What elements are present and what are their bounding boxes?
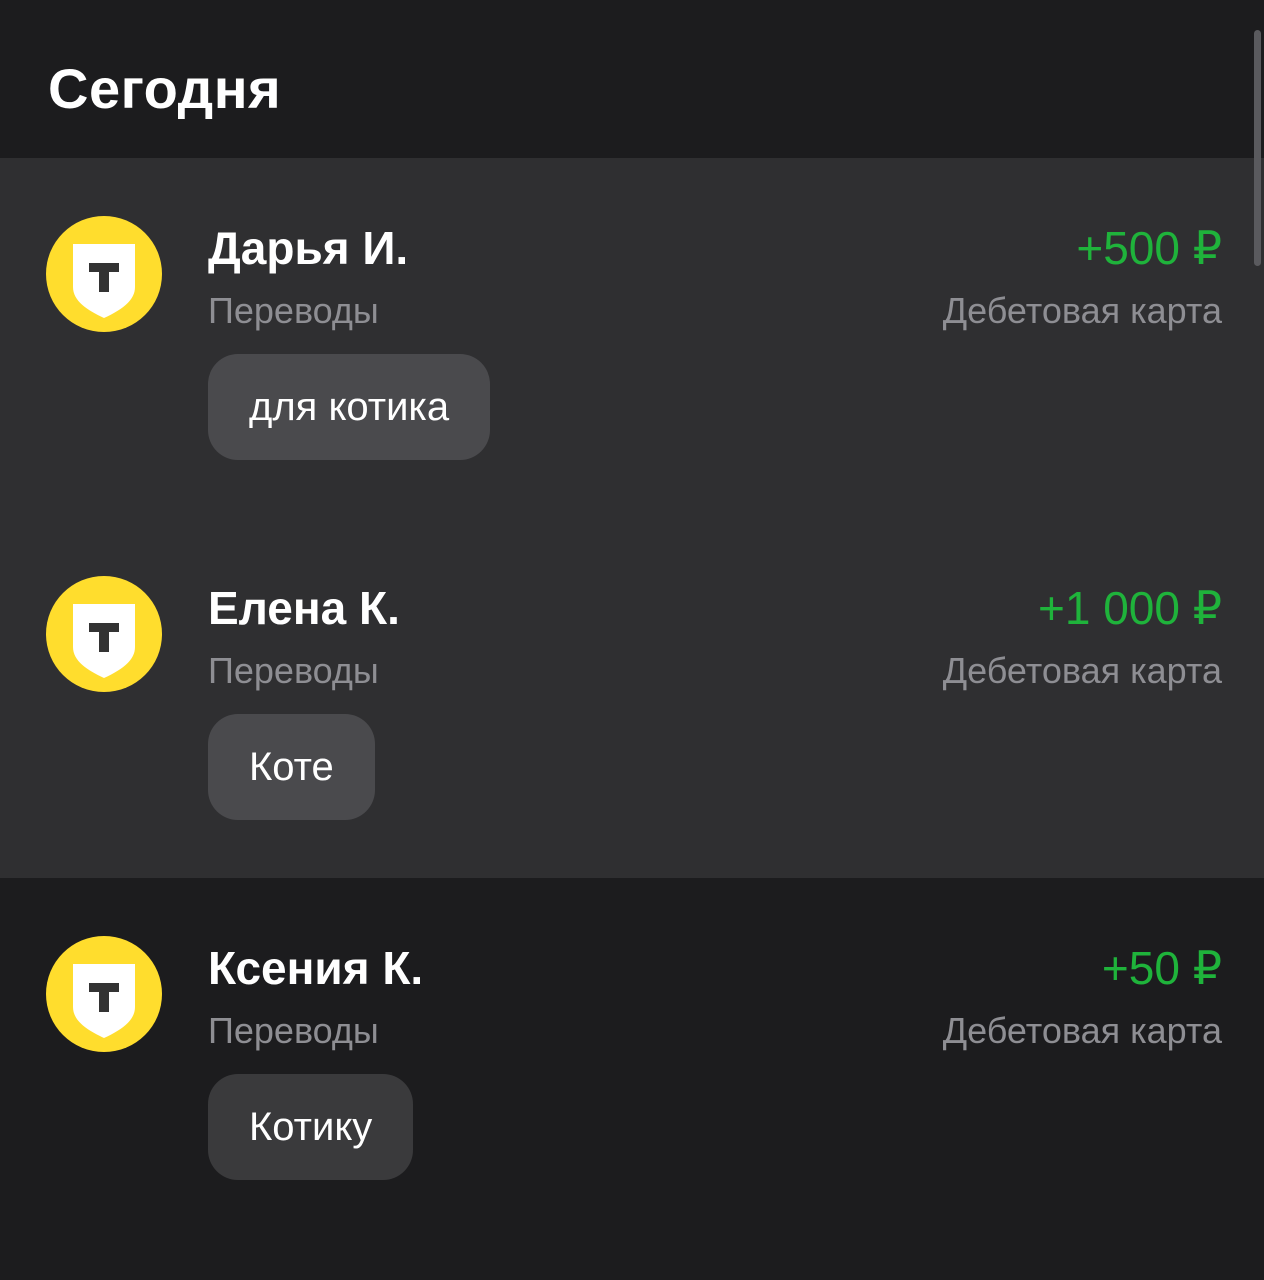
transaction-account: Дебетовая карта bbox=[942, 650, 1222, 691]
transaction-item[interactable]: Ксения К. Переводы +50 ₽ Дебетовая карта… bbox=[0, 878, 1264, 1238]
tinkoff-shield-icon bbox=[46, 216, 162, 332]
transaction-comment-chip: для котика bbox=[208, 354, 491, 460]
transaction-sender-name: Елена К. bbox=[208, 582, 400, 634]
transaction-amount: +1 000 ₽ bbox=[1037, 582, 1222, 634]
tinkoff-shield-icon bbox=[46, 576, 162, 692]
scrollbar[interactable] bbox=[1254, 30, 1261, 266]
transaction-category: Переводы bbox=[208, 1010, 379, 1051]
transaction-category: Переводы bbox=[208, 290, 379, 331]
tinkoff-shield-icon bbox=[46, 936, 162, 1052]
transaction-category: Переводы bbox=[208, 650, 379, 691]
transaction-account: Дебетовая карта bbox=[942, 1010, 1222, 1051]
section-header: Сегодня bbox=[0, 0, 1264, 158]
transaction-sender-name: Дарья И. bbox=[208, 222, 409, 274]
transaction-account: Дебетовая карта bbox=[942, 290, 1222, 331]
transaction-item[interactable]: Дарья И. Переводы +500 ₽ Дебетовая карта… bbox=[0, 158, 1264, 518]
transaction-amount: +500 ₽ bbox=[1076, 222, 1222, 274]
transaction-amount: +50 ₽ bbox=[1101, 942, 1222, 994]
transaction-item[interactable]: Елена К. Переводы +1 000 ₽ Дебетовая кар… bbox=[0, 518, 1264, 878]
transaction-sender-name: Ксения К. bbox=[208, 942, 424, 994]
transaction-comment-chip: Котику bbox=[208, 1074, 414, 1180]
section-title-today: Сегодня bbox=[48, 57, 282, 120]
transaction-comment-chip: Коте bbox=[208, 714, 375, 820]
